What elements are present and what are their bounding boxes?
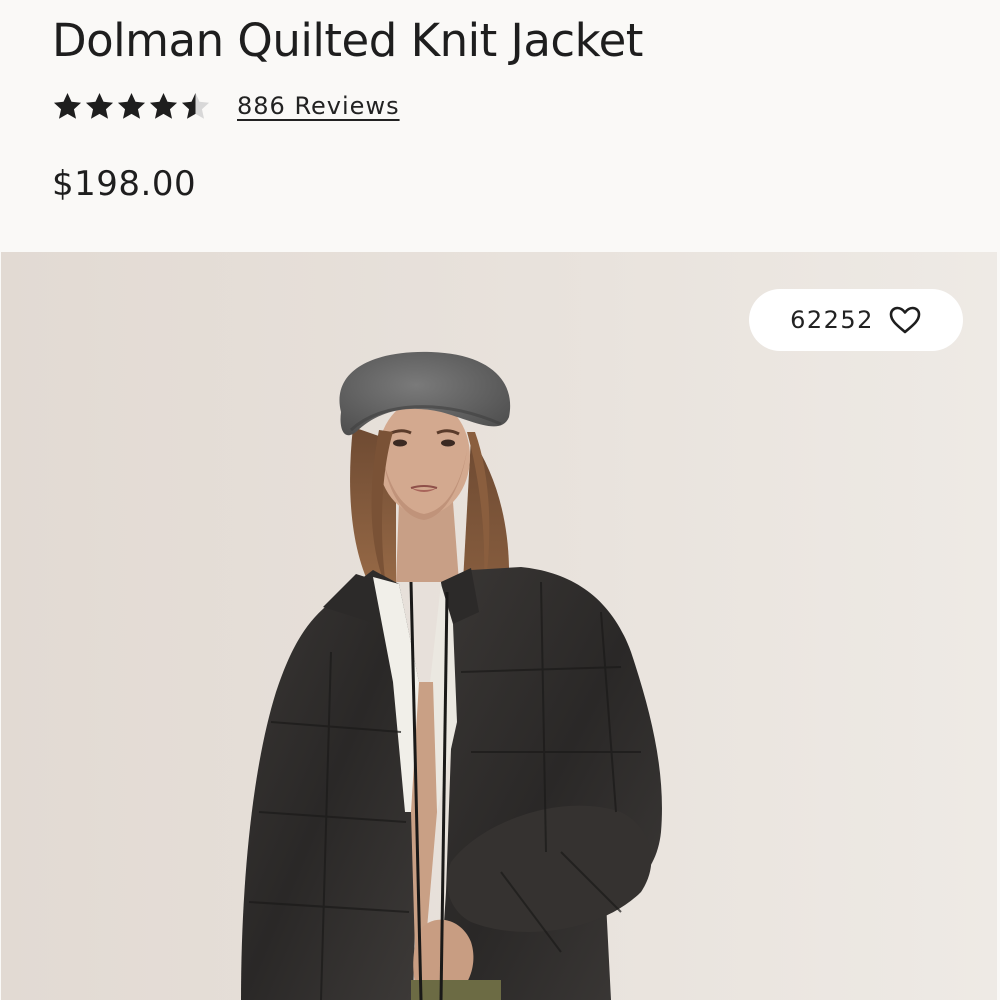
product-image[interactable]: [1, 252, 997, 1000]
model-photo: [1, 252, 997, 1000]
product-price: $198.00: [52, 164, 197, 204]
star-icon: [53, 92, 82, 119]
star-icon: [149, 92, 178, 119]
favorites-count: 62252: [790, 306, 874, 334]
star-icon: [117, 92, 146, 119]
favorite-button[interactable]: 62252: [749, 289, 963, 351]
rating-row: 886 Reviews: [52, 88, 400, 124]
star-rating[interactable]: [52, 91, 211, 122]
reviews-link[interactable]: 886 Reviews: [237, 92, 400, 120]
star-icon: [181, 92, 210, 119]
heart-outline-icon: [889, 306, 921, 334]
product-header: Dolman Quilted Knit Jacket 886 Reviews $…: [0, 0, 1000, 252]
star-icon: [85, 92, 114, 119]
product-page: Dolman Quilted Knit Jacket 886 Reviews $…: [0, 0, 1000, 1000]
product-title: Dolman Quilted Knit Jacket: [52, 14, 643, 67]
